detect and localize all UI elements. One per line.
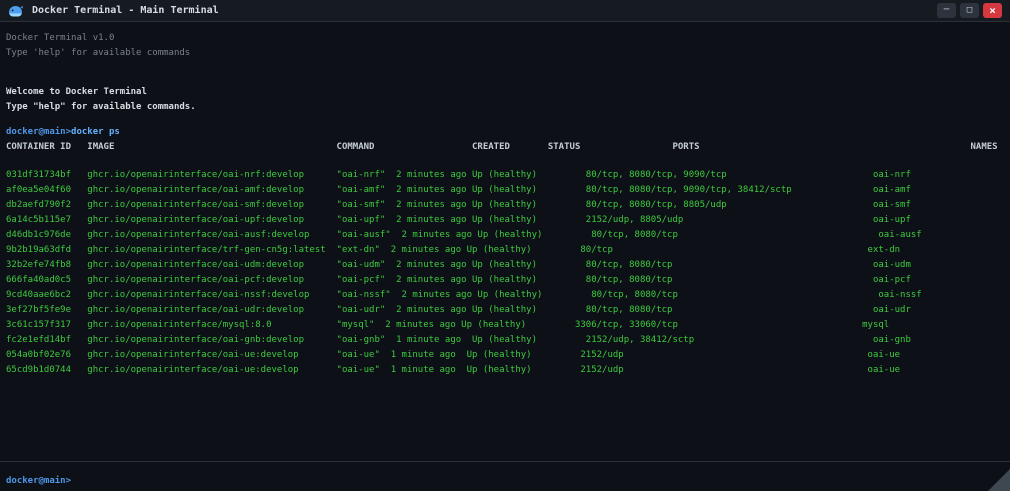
table-row: 9cd40aae6bc2 ghcr.io/openairinterface/oa…	[6, 290, 922, 300]
terminal-input[interactable]	[71, 473, 671, 485]
table-row: 6a14c5b115e7 ghcr.io/openairinterface/oa…	[6, 215, 911, 225]
close-button[interactable]: ×	[983, 3, 1002, 18]
table-row: fc2e1efd14bf ghcr.io/openairinterface/oa…	[6, 335, 911, 345]
window-title: Docker Terminal - Main Terminal	[32, 5, 219, 16]
window-controls: ─ □ ×	[937, 3, 1002, 18]
table-row: d46db1c976de ghcr.io/openairinterface/oa…	[6, 230, 922, 240]
maximize-icon: □	[966, 5, 973, 15]
resize-grip-icon[interactable]	[988, 469, 1010, 491]
maximize-button[interactable]: □	[960, 3, 979, 18]
minimize-icon: ─	[943, 5, 950, 15]
input-prompt: docker@main>	[6, 476, 72, 486]
prompt-label: docker@main>	[6, 127, 72, 137]
input-bar: docker@main>	[0, 461, 1010, 491]
table-rows: 031df31734bf ghcr.io/openairinterface/oa…	[6, 168, 1010, 378]
close-icon: ×	[989, 4, 996, 17]
minimize-button[interactable]: ─	[937, 3, 956, 18]
banner-line: Type 'help' for available commands	[6, 48, 191, 58]
table-row: 9b2b19a63dfd ghcr.io/openairinterface/tr…	[6, 245, 901, 255]
table-row: 3c61c157f317 ghcr.io/openairinterface/my…	[6, 320, 890, 330]
terminal-output: Docker Terminal v1.0 Type 'help' for ava…	[0, 23, 1010, 461]
table-row: 65cd9b1d0744 ghcr.io/openairinterface/oa…	[6, 365, 901, 375]
table-row: 666fa40ad0c5 ghcr.io/openairinterface/oa…	[6, 275, 911, 285]
executed-command-line: docker@main>docker ps	[6, 125, 1010, 140]
welcome-line: Type "help" for available commands.	[6, 102, 196, 112]
table-row: af0ea5e04f60 ghcr.io/openairinterface/oa…	[6, 185, 911, 195]
banner-line: Docker Terminal v1.0	[6, 33, 115, 43]
welcome-line: Welcome to Docker Terminal	[6, 87, 147, 97]
table-row: 031df31734bf ghcr.io/openairinterface/oa…	[6, 170, 911, 180]
docker-terminal-window: { "window": { "title": "Docker Terminal …	[0, 0, 1010, 491]
table-row: 054a0bf02e76 ghcr.io/openairinterface/oa…	[6, 350, 901, 360]
title-bar[interactable]: Docker Terminal - Main Terminal ─ □ ×	[0, 0, 1010, 22]
docker-whale-icon	[8, 4, 23, 18]
table-row: 32b2efe74fb8 ghcr.io/openairinterface/oa…	[6, 260, 911, 270]
table-row: 3ef27bf5fe9e ghcr.io/openairinterface/oa…	[6, 305, 911, 315]
table-row: db2aefd790f2 ghcr.io/openairinterface/oa…	[6, 200, 911, 210]
command-text: docker ps	[71, 127, 120, 137]
table-header-row: CONTAINER ID IMAGE COMMAND CREATED STATU…	[6, 142, 998, 152]
